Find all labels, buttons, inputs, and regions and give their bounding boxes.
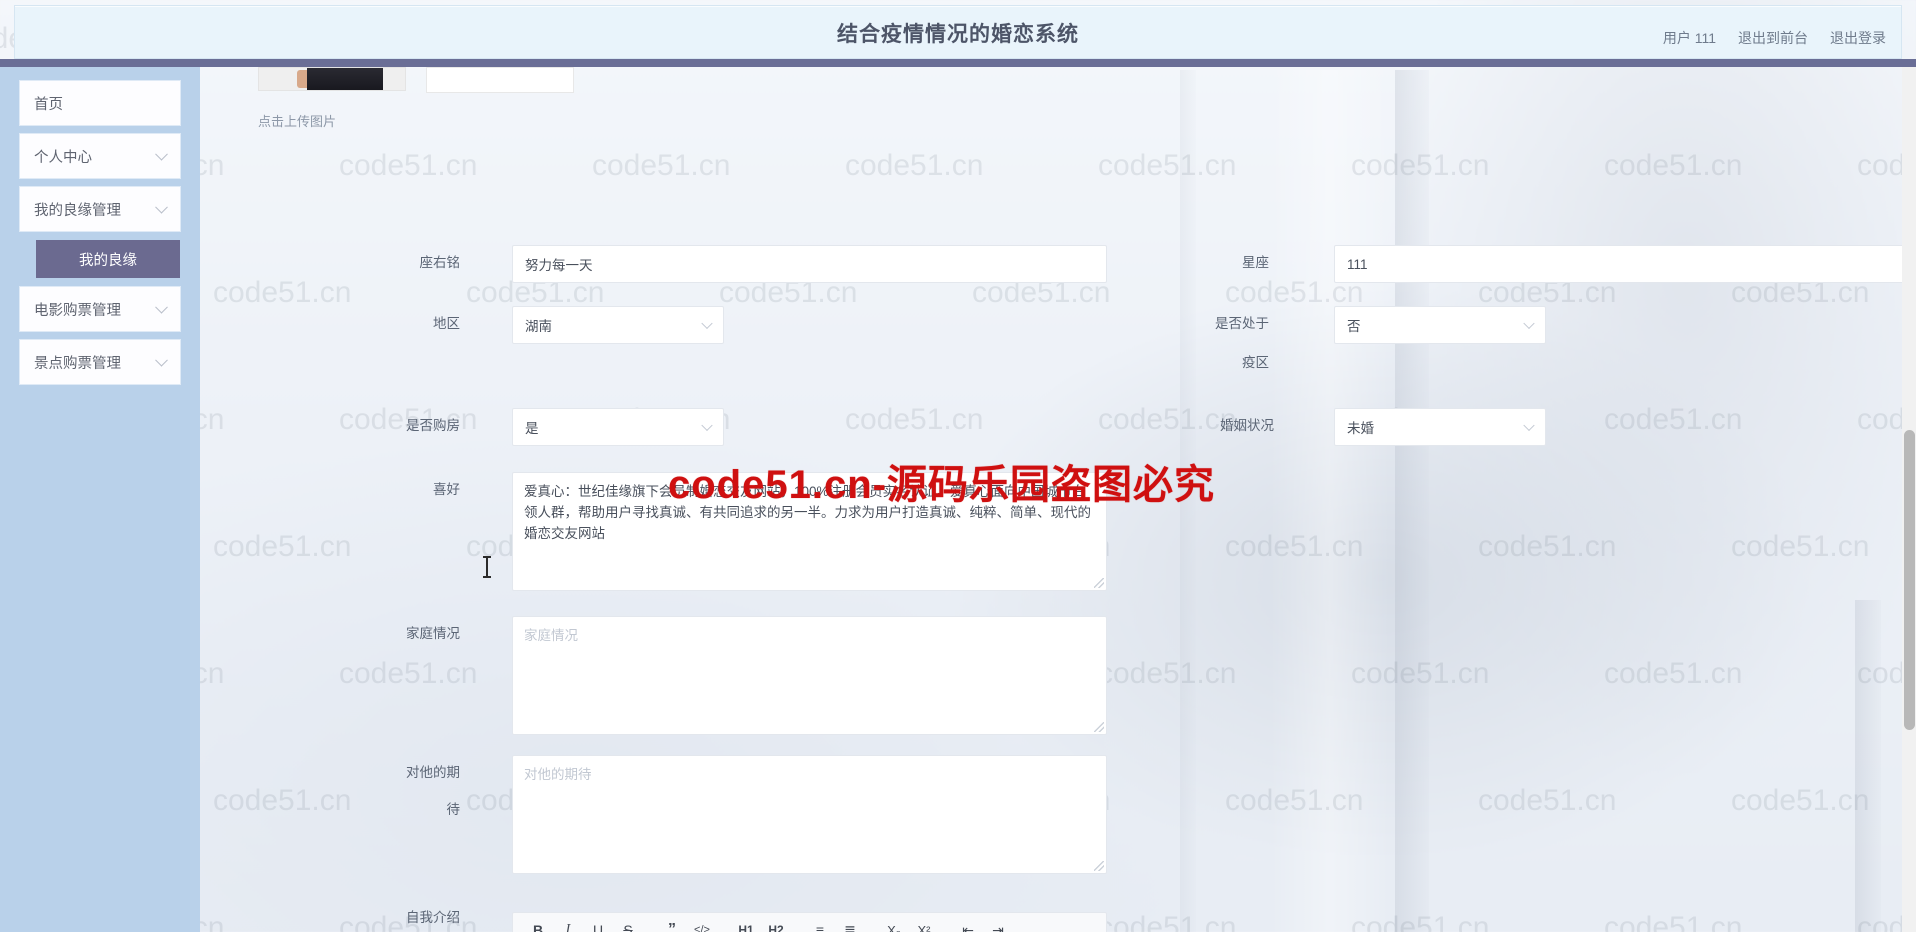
sidebar-item-label: 电影购票管理	[34, 302, 121, 319]
chevron-down-icon	[701, 419, 713, 432]
header-accent-strip	[0, 59, 1916, 67]
page-title: 结合疫情情况的婚恋系统	[837, 23, 1079, 46]
motto-label: 座右铭	[419, 255, 461, 270]
region-label: 地区	[433, 316, 460, 331]
intro-label: 自我介绍	[406, 910, 460, 925]
superscript-icon[interactable]: X²	[911, 919, 937, 932]
motto-input[interactable]: 努力每一天	[512, 245, 1107, 283]
family-textarea[interactable]: 家庭情况	[512, 616, 1107, 735]
sidebar-item-movie-ticket-management[interactable]: 电影购票管理	[20, 287, 180, 331]
house-select[interactable]: 是	[512, 408, 724, 446]
region-value: 湖南	[525, 319, 552, 334]
page-scrollbar-thumb[interactable]	[1904, 430, 1915, 730]
bold-icon[interactable]: B	[525, 919, 551, 932]
epidemic-select[interactable]: 否	[1334, 306, 1546, 344]
expectation-label-line1: 对他的期	[406, 765, 460, 780]
sidebar-item-scenic-ticket-management[interactable]: 景点购票管理	[20, 340, 180, 384]
logout-link[interactable]: 退出登录	[1830, 28, 1886, 48]
watermark-red-text: code51.cn-源码乐园盗图必究	[668, 463, 1215, 507]
exit-to-front-link[interactable]: 退出到前台	[1738, 28, 1808, 48]
marriage-select[interactable]: 未婚	[1334, 408, 1546, 446]
epidemic-label-line1: 是否处于	[1215, 316, 1269, 331]
heading-1-icon[interactable]: H1	[733, 919, 759, 932]
rich-text-editor[interactable]: B I U S ” </> H1 H2 ≡ ≣ X₂ X² ⇤ ⇥	[512, 912, 1107, 932]
resize-handle[interactable]	[1094, 722, 1104, 732]
strikethrough-icon[interactable]: S	[615, 919, 641, 932]
region-select[interactable]: 湖南	[512, 306, 724, 344]
constellation-value: 111	[1347, 256, 1368, 272]
hobby-label: 喜好	[433, 482, 460, 497]
chevron-down-icon	[155, 353, 168, 367]
chevron-down-icon	[701, 317, 713, 330]
sidebar-item-label: 个人中心	[34, 149, 92, 166]
resize-handle[interactable]	[1094, 861, 1104, 871]
bullet-list-icon[interactable]: ≣	[837, 919, 863, 932]
sidebar-subitem-my-match[interactable]: 我的良缘	[36, 240, 180, 278]
top-header: 结合疫情情况的婚恋系统 用户 111 退出到前台 退出登录	[0, 0, 1916, 67]
heading-2-icon[interactable]: H2	[763, 919, 789, 932]
marriage-label: 婚姻状况	[1220, 418, 1274, 433]
chevron-down-icon	[155, 300, 168, 314]
sidebar-item-home[interactable]: 首页	[20, 81, 180, 125]
epidemic-label-line2: 疫区	[1242, 355, 1269, 370]
text-cursor	[483, 556, 491, 578]
sidebar-item-my-match-management[interactable]: 我的良缘管理	[20, 187, 180, 231]
blockquote-icon[interactable]: ”	[659, 919, 685, 932]
indent-icon[interactable]: ⇥	[985, 919, 1011, 932]
outdent-icon[interactable]: ⇤	[955, 919, 981, 932]
sidebar-item-personal-center[interactable]: 个人中心	[20, 134, 180, 178]
chevron-down-icon	[1523, 317, 1535, 330]
current-user-label: 用户 111	[1662, 30, 1716, 46]
resize-handle[interactable]	[1094, 578, 1104, 588]
sidebar: 首页 个人中心 我的良缘管理 我的良缘 电影购票管理 景点购票管理	[0, 67, 200, 932]
marriage-value: 未婚	[1347, 421, 1374, 436]
expectation-textarea[interactable]: 对他的期待	[512, 755, 1107, 874]
epidemic-value: 否	[1347, 319, 1361, 334]
ordered-list-icon[interactable]: ≡	[807, 919, 833, 932]
motto-value: 努力每一天	[525, 258, 593, 273]
constellation-input[interactable]: 111	[1334, 245, 1916, 283]
editor-toolbar-row-1: B I U S ” </> H1 H2 ≡ ≣ X₂ X² ⇤ ⇥	[513, 917, 1106, 932]
underline-icon[interactable]: U	[585, 919, 611, 932]
header-actions: 用户 111 退出到前台 退出登录	[1663, 28, 1886, 48]
house-value: 是	[525, 421, 539, 436]
expectation-placeholder: 对他的期待	[524, 767, 592, 782]
code-block-icon[interactable]: </>	[689, 919, 715, 932]
chevron-down-icon	[155, 147, 168, 161]
sidebar-item-label: 景点购票管理	[34, 355, 121, 372]
family-label: 家庭情况	[406, 626, 460, 641]
family-placeholder: 家庭情况	[524, 628, 578, 643]
italic-icon[interactable]: I	[555, 919, 581, 932]
sidebar-item-label: 我的良缘管理	[34, 202, 121, 219]
sidebar-menu: 首页 个人中心 我的良缘管理 我的良缘 电影购票管理 景点购票管理	[0, 67, 200, 384]
sidebar-subitem-label: 我的良缘	[79, 252, 137, 269]
sidebar-item-label: 首页	[34, 96, 63, 113]
chevron-down-icon	[1523, 419, 1535, 432]
chevron-down-icon	[155, 200, 168, 214]
subscript-icon[interactable]: X₂	[881, 919, 907, 932]
constellation-label: 星座	[1242, 255, 1269, 270]
house-label: 是否购房	[406, 418, 460, 433]
expectation-label-line2: 待	[446, 802, 461, 817]
